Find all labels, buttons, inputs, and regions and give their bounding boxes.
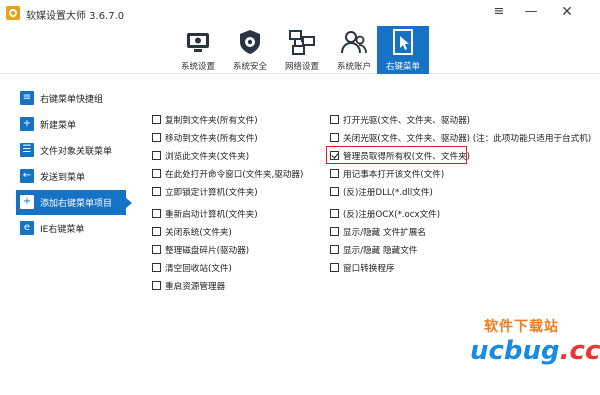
checkbox[interactable] [152, 133, 161, 142]
checkbox[interactable] [330, 133, 339, 142]
tab-network-settings[interactable]: 网络设置 [276, 26, 328, 74]
sidebar-item-label: 文件对象关联菜单 [40, 147, 113, 157]
shield-gear-icon [240, 30, 260, 54]
checkbox[interactable] [152, 227, 161, 236]
option-label: 窗口转换程序 [343, 264, 395, 274]
tab-label: 右键菜单 [385, 62, 420, 72]
tab-system-security[interactable]: 系统安全 [224, 26, 276, 74]
sidebar: ≡ 右键菜单快捷组 + 新建菜单 ☰ 文件对象关联菜单 ← 发送到菜单 + 添加… [16, 86, 132, 242]
sidebar-item-ie-menu[interactable]: e IE右键菜单 [16, 216, 126, 241]
option-label: 清空回收站(文件) [165, 264, 232, 274]
tab-system-settings[interactable]: 系统设置 [172, 26, 224, 74]
system-settings-icon [187, 33, 209, 52]
option-label: 浏览此文件夹(文件夹) [165, 152, 250, 162]
watermark-logo: ucbug.cc [470, 336, 600, 366]
tab-label: 系统安全 [232, 62, 267, 72]
checkbox[interactable] [330, 187, 339, 196]
checkbox[interactable] [152, 151, 161, 160]
option-label: 立即锁定计算机(文件夹) [165, 188, 258, 198]
tab-label: 系统账户 [336, 62, 371, 72]
sidebar-item-new-menu[interactable]: + 新建菜单 [16, 112, 126, 137]
sidebar-item-label: 发送到菜单 [40, 173, 86, 183]
sidebar-item-add-context-item[interactable]: + 添加右键菜单项目 [16, 190, 132, 215]
option-label: 关闭光驱(文件、文件夹、驱动器) (注：此项功能只适用于台式机) [343, 134, 592, 144]
option-label: 在此处打开命令窗口(文件夹,驱动器) [165, 170, 304, 180]
users-icon [341, 31, 367, 54]
option-label: 复制到文件夹(所有文件) [165, 116, 258, 126]
option-label: 用记事本打开该文件(文件) [343, 170, 445, 180]
checkbox[interactable] [330, 227, 339, 236]
sidebar-item-label: 添加右键菜单项目 [40, 199, 113, 209]
option-label: 重新启动计算机(文件夹) [165, 210, 258, 220]
minimize-button[interactable]: — [520, 3, 542, 21]
checkbox[interactable] [330, 115, 339, 124]
watermark-text-tld: .cc [559, 336, 600, 366]
sidebar-item-send-to[interactable]: ← 发送到菜单 [16, 164, 126, 189]
option-label: 移动到文件夹(所有文件) [165, 134, 258, 144]
tab-context-menu[interactable]: 右键菜单 [377, 26, 429, 74]
cursor-click-icon [393, 29, 413, 55]
checkbox[interactable] [330, 209, 339, 218]
checkbox[interactable] [152, 263, 161, 272]
option-label: 重启资源管理器 [165, 282, 226, 292]
checkbox-checked[interactable] [330, 151, 339, 160]
option-label: 打开光驱(文件、文件夹、驱动器) [343, 116, 471, 126]
window-title: 软媒设置大师 3.6.7.0 [26, 11, 125, 22]
close-button[interactable]: ✕ [556, 3, 578, 21]
sidebar-item-file-association[interactable]: ☰ 文件对象关联菜单 [16, 138, 126, 163]
sidebar-item-label: 新建菜单 [40, 121, 77, 131]
checkbox[interactable] [152, 115, 161, 124]
option-label: 整理磁盘碎片(驱动器) [165, 246, 250, 256]
checkbox[interactable] [152, 169, 161, 178]
tab-label: 网络设置 [284, 62, 319, 72]
checkbox[interactable] [152, 281, 161, 290]
network-icon [289, 30, 315, 55]
checkbox[interactable] [330, 169, 339, 178]
checkbox[interactable] [152, 209, 161, 218]
tab-system-accounts[interactable]: 系统账户 [328, 26, 380, 74]
sidebar-item-shortcut-group[interactable]: ≡ 右键菜单快捷组 [16, 86, 126, 111]
option-label: 关闭系统(文件夹) [165, 228, 232, 238]
sidebar-item-label: 右键菜单快捷组 [40, 95, 104, 105]
checkbox[interactable] [330, 263, 339, 272]
option-label: 管理员取得所有权(文件、文件夹) [343, 152, 471, 162]
option-label: (反)注册DLL(*.dll文件) [343, 188, 433, 198]
top-toolbar: 系统设置 系统安全 网络设置 系统账户 右键菜单 [0, 26, 600, 74]
option-label: 显示/隐藏 文件扩展名 [343, 228, 426, 238]
ie-icon: e [20, 221, 34, 235]
app-logo-icon [6, 6, 20, 20]
tab-label: 系统设置 [180, 62, 215, 72]
option-label: 显示/隐藏 隐藏文件 [343, 246, 418, 256]
watermark-text-en: ucbug [470, 336, 560, 366]
list-icon: ≡ [20, 91, 34, 105]
document-icon: ☰ [20, 143, 34, 157]
checkbox[interactable] [330, 245, 339, 254]
checkbox[interactable] [152, 245, 161, 254]
option-label: (反)注册OCX(*.ocx文件) [343, 210, 441, 220]
watermark: 软件下载站 ucbug.cc [470, 316, 600, 386]
sidebar-item-label: IE右键菜单 [40, 225, 85, 235]
watermark-text-cn: 软件下载站 [484, 319, 559, 335]
plus-icon: + [20, 117, 34, 131]
add-item-icon: + [20, 195, 34, 209]
main-menu-button[interactable]: ≡ [488, 3, 510, 21]
arrow-left-icon: ← [20, 169, 34, 183]
checkbox[interactable] [152, 187, 161, 196]
title-bar: 软媒设置大师 3.6.7.0 ≡ — ✕ [0, 0, 600, 26]
